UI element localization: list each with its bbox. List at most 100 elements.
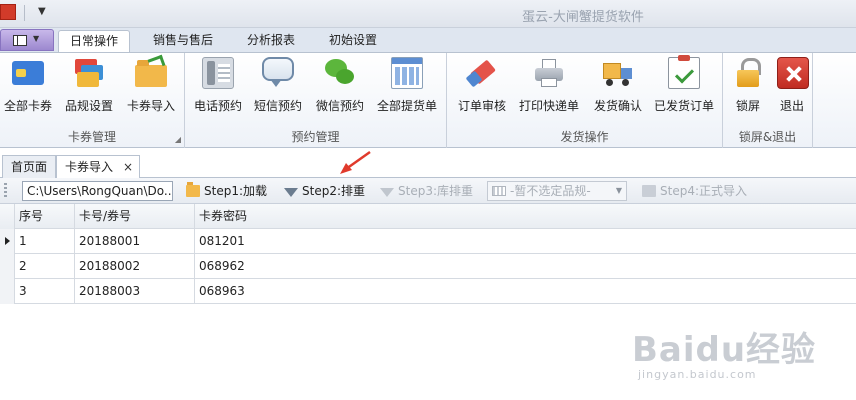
sms-reservation-label: 短信预约 <box>253 99 302 113</box>
spec-select-value: -暂不选定品规- <box>510 184 591 198</box>
cell-password[interactable]: 068962 <box>195 254 856 279</box>
phone-reservation-label: 电话预约 <box>193 99 242 113</box>
folder-icon <box>186 182 200 197</box>
sms-reservation-button[interactable]: 短信预约 <box>254 57 302 119</box>
tab-sales-after-sales[interactable]: 销售与售后 <box>142 30 224 52</box>
step1-load-button[interactable]: Step1:加载 <box>186 181 267 201</box>
doc-tab-card-import[interactable]: 卡券导入 × <box>56 155 140 179</box>
step2-dedupe-button[interactable]: Step2:排重 <box>284 181 365 201</box>
row-indicator[interactable] <box>0 254 15 279</box>
cards-icon <box>73 57 105 89</box>
row-indicator[interactable] <box>0 229 15 254</box>
step3-db-dedupe-button[interactable]: Step3:库排重 <box>380 181 473 201</box>
tab-daily-operations[interactable]: 日常操作 <box>58 30 130 53</box>
chevron-down-icon: ▼ <box>33 34 40 43</box>
spec-settings-button[interactable]: 品规设置 <box>64 57 114 119</box>
close-icon[interactable]: × <box>123 156 133 178</box>
cell-card-no[interactable]: 20188003 <box>75 279 195 304</box>
phone-icon <box>202 57 234 89</box>
window-title: 蛋云-大闸蟹提货软件 <box>522 10 644 25</box>
grid-corner <box>0 204 15 229</box>
import-toolbar: C:\Users\RongQuan\Do... Step1:加载 Step2:排… <box>0 178 856 204</box>
annotation-arrow <box>340 150 371 174</box>
watermark-url: jingyan.baidu.com <box>638 368 757 381</box>
column-header-seq[interactable]: 序号 <box>15 204 75 229</box>
file-path-input[interactable]: C:\Users\RongQuan\Do... <box>22 181 173 201</box>
exit-button[interactable]: 退出 <box>777 57 809 119</box>
exit-icon <box>777 57 809 89</box>
all-cards-label: 全部卡券 <box>3 99 52 113</box>
shipped-orders-button[interactable]: 已发货订单 <box>654 55 714 119</box>
step1-load-label: Step1:加载 <box>204 184 268 198</box>
order-review-button[interactable]: 订单审核 <box>458 57 506 119</box>
grid-header-row: 序号 卡号/券号 卡券密码 <box>0 204 856 229</box>
table-row[interactable]: 3 20188003 068963 <box>0 279 856 304</box>
clipboard-check-icon <box>668 55 700 89</box>
current-row-pointer-icon <box>5 237 10 245</box>
print-waybill-button[interactable]: 打印快递单 <box>519 57 579 119</box>
tab-analysis-reports[interactable]: 分析报表 <box>234 30 308 52</box>
watermark-logo: Baidu经验 <box>632 330 817 370</box>
card-icon <box>12 61 44 85</box>
message-bubble-icon <box>262 57 294 87</box>
lock-screen-button[interactable]: 锁屏 <box>733 57 763 119</box>
table-row[interactable]: 2 20188002 068962 <box>0 254 856 279</box>
ribbon-tab-row: ▼ 日常操作 销售与售后 分析报表 初始设置 <box>0 28 856 53</box>
app-menu-button[interactable]: ▼ <box>0 29 54 51</box>
cell-seq[interactable]: 1 <box>15 229 75 254</box>
ribbon-panel: 全部卡券 品规设置 卡券导入 卡券管理 ◢ 电话预约 短信预约 微信预约 全部提… <box>0 52 856 148</box>
all-pickup-orders-button[interactable]: 全部提货单 <box>377 57 437 119</box>
group-label-card-management: 卡券管理 <box>67 130 116 144</box>
step2-dedupe-label: Step2:排重 <box>302 184 366 198</box>
cell-password[interactable]: 081201 <box>195 229 856 254</box>
exit-label: 退出 <box>779 99 804 113</box>
import-icon <box>642 185 656 197</box>
document-tab-strip: 首页面 卡券导入 × <box>0 152 856 179</box>
spec-settings-label: 品规设置 <box>64 99 113 113</box>
spec-select-dropdown[interactable]: -暂不选定品规- ▼ <box>487 181 627 201</box>
chevron-down-icon: ▼ <box>615 186 622 195</box>
cell-card-no[interactable]: 20188002 <box>75 254 195 279</box>
shipping-confirm-label: 发货确认 <box>593 99 642 113</box>
cell-card-no[interactable]: 20188001 <box>75 229 195 254</box>
card-import-button[interactable]: 卡券导入 <box>126 57 176 119</box>
column-header-card-no[interactable]: 卡号/券号 <box>75 204 195 229</box>
delivery-truck-icon <box>602 57 634 89</box>
grid-list-icon <box>391 57 423 89</box>
toolbar-grip[interactable] <box>4 183 7 199</box>
cell-password[interactable]: 068963 <box>195 279 856 304</box>
dialog-launcher-icon[interactable]: ◢ <box>175 135 181 144</box>
filter-icon <box>284 188 298 197</box>
all-pickup-orders-label: 全部提货单 <box>376 99 437 113</box>
shipping-confirm-button[interactable]: 发货确认 <box>593 57 643 119</box>
ribbon-group-lock-exit: 锁屏 退出 锁屏&退出 <box>723 53 813 148</box>
table-row[interactable]: 1 20188001 081201 <box>0 229 856 254</box>
printer-icon <box>533 57 565 89</box>
shipped-orders-label: 已发货订单 <box>653 99 714 113</box>
lock-icon <box>733 57 765 89</box>
print-waybill-label: 打印快递单 <box>518 99 579 113</box>
group-label-shipping: 发货操作 <box>560 130 609 144</box>
step3-db-dedupe-label: Step3:库排重 <box>398 184 474 198</box>
cell-seq[interactable]: 2 <box>15 254 75 279</box>
doc-tab-home[interactable]: 首页面 <box>2 155 56 178</box>
cell-seq[interactable]: 3 <box>15 279 75 304</box>
row-indicator[interactable] <box>0 279 15 304</box>
barcode-icon <box>492 186 506 196</box>
folder-import-icon <box>135 60 167 87</box>
doc-tab-card-import-label: 卡券导入 <box>65 160 114 174</box>
step4-import-button[interactable]: Step4:正式导入 <box>642 181 747 201</box>
step4-import-label: Step4:正式导入 <box>660 184 748 198</box>
all-cards-button[interactable]: 全部卡券 <box>4 57 52 119</box>
column-header-password[interactable]: 卡券密码 <box>195 204 856 229</box>
ribbon-group-shipping: 订单审核 打印快递单 发货确认 已发货订单 发货操作 <box>447 53 723 148</box>
eraser-icon <box>465 57 498 89</box>
ribbon-group-reservation: 电话预约 短信预约 微信预约 全部提货单 预约管理 <box>185 53 447 148</box>
order-review-label: 订单审核 <box>457 99 506 113</box>
wechat-reservation-button[interactable]: 微信预约 <box>315 57 365 119</box>
tab-initial-settings[interactable]: 初始设置 <box>316 30 390 52</box>
baidu-jingyan-watermark: Baidu经验 jingyan.baidu.com <box>632 322 842 392</box>
wechat-icon <box>324 57 356 89</box>
wechat-reservation-label: 微信预约 <box>315 99 364 113</box>
phone-reservation-button[interactable]: 电话预约 <box>194 57 242 119</box>
